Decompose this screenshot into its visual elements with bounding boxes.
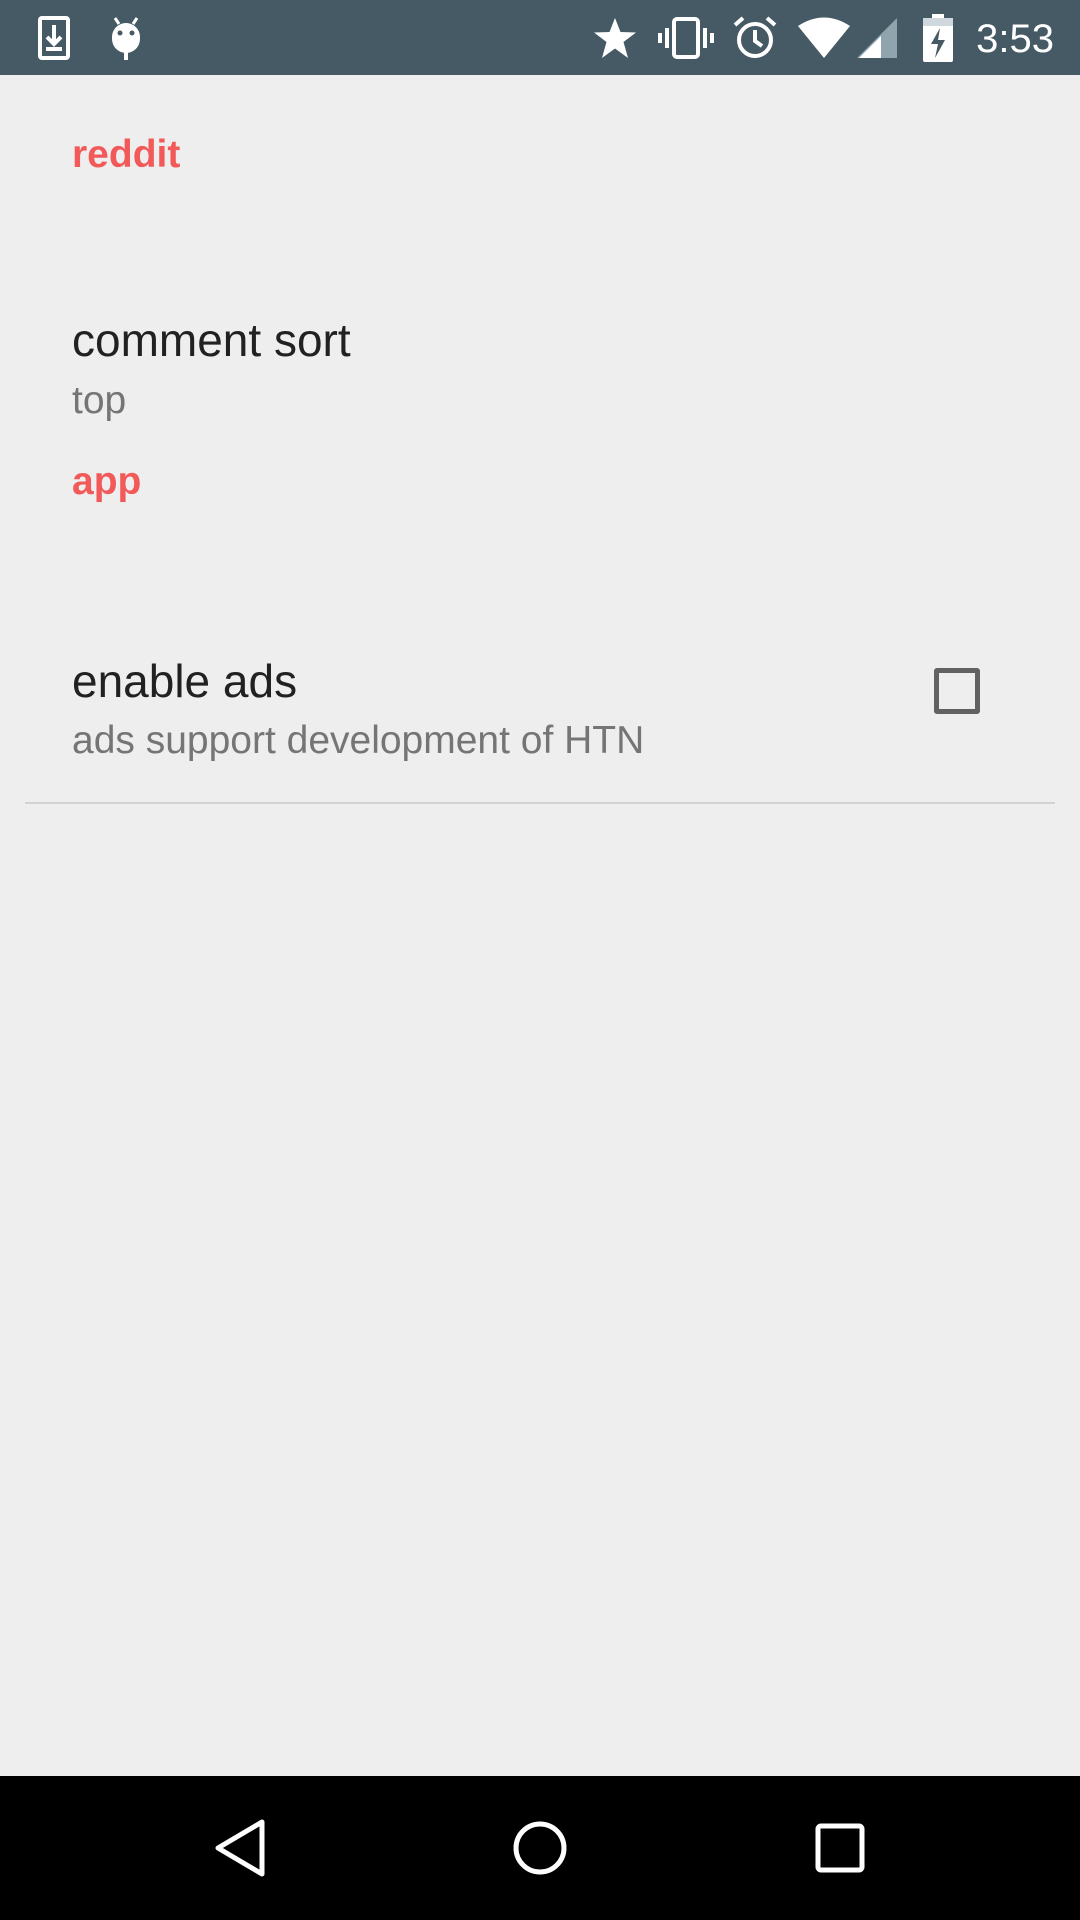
download-icon [34, 0, 74, 75]
wifi-icon [796, 0, 852, 75]
status-bar: 3:53 [0, 0, 1080, 75]
category-header-app: app [72, 460, 142, 503]
list-divider [25, 802, 1055, 804]
star-icon [592, 0, 638, 75]
preference-summary: ads support development of HTN [72, 719, 645, 762]
navigation-bar [0, 1776, 1080, 1920]
preference-title: enable ads [72, 655, 298, 707]
enable-ads-checkbox[interactable] [934, 668, 980, 714]
battery-charging-icon [920, 0, 956, 75]
status-clock: 3:53 [976, 17, 1054, 61]
back-button[interactable] [150, 1776, 330, 1920]
preference-summary: top [72, 379, 127, 422]
vibrate-icon [656, 0, 716, 75]
preference-comment-sort[interactable]: comment sort top [0, 235, 1080, 435]
home-icon [513, 1821, 567, 1875]
home-button[interactable] [450, 1776, 630, 1920]
back-icon [215, 1819, 265, 1877]
recents-icon [815, 1823, 865, 1873]
preference-enable-ads[interactable]: enable ads ads support development of HT… [0, 575, 1080, 775]
preference-title: comment sort [72, 314, 351, 366]
alarm-icon [730, 0, 780, 75]
category-header-reddit: reddit [72, 133, 181, 176]
cell-signal-icon [854, 0, 900, 75]
recents-button[interactable] [750, 1776, 930, 1920]
android-debug-icon [106, 0, 146, 75]
